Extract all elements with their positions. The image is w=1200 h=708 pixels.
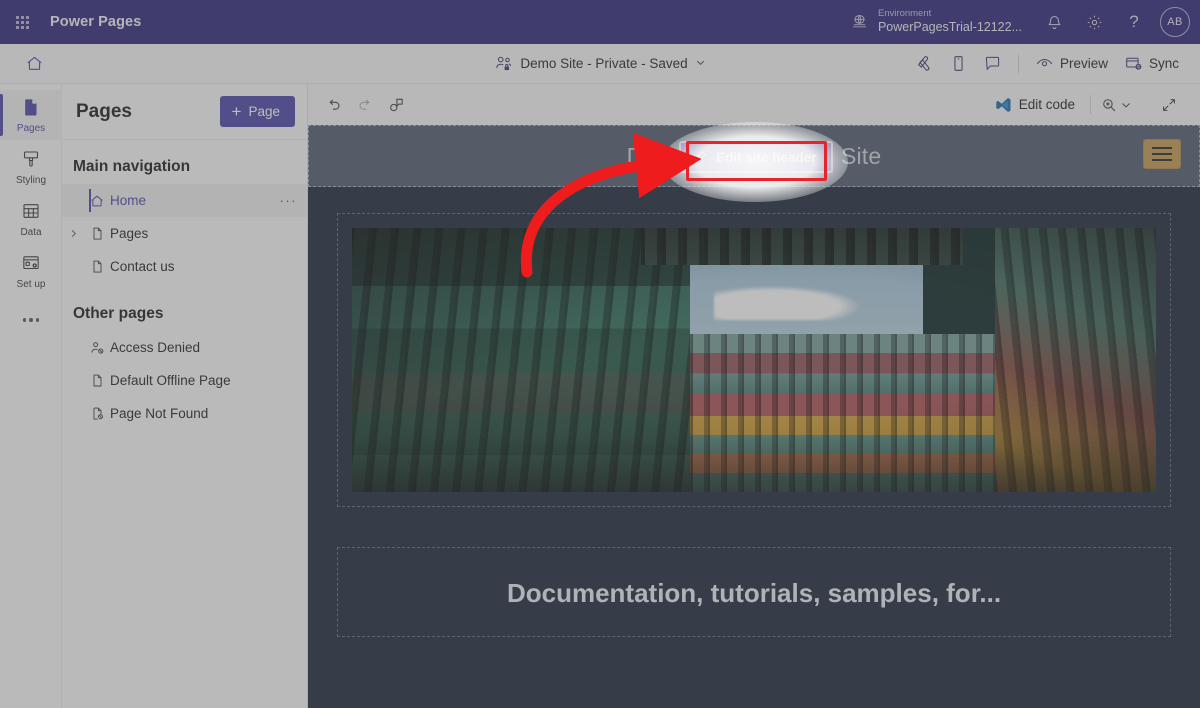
preview-label: Preview: [1059, 56, 1108, 71]
site-preview-canvas: Demo Power Pages Site Edit site header: [308, 125, 1200, 708]
edit-code-label: Edit code: [1018, 97, 1075, 112]
themes-icon[interactable]: [909, 49, 941, 79]
page-icon: [84, 373, 110, 388]
suite-bar-right-group: Environment PowerPagesTrial-12122... ? A…: [850, 0, 1200, 44]
environment-globe-icon: [850, 12, 870, 32]
home-icon: [84, 193, 110, 209]
edit-site-header-button-label: Edit site header: [716, 149, 817, 165]
page-tree-item-contact-us[interactable]: Contact us: [62, 250, 307, 283]
command-bar-right-group: Preview Sync: [909, 49, 1200, 79]
canvas-toolbar-right-group: Edit code: [988, 90, 1184, 119]
command-bar: Demo Site - Private - Saved Preview Sync: [0, 44, 1200, 84]
eye-icon: [1035, 54, 1054, 73]
page-row-more-icon[interactable]: ···: [280, 193, 298, 208]
page-icon: [84, 259, 110, 274]
site-visibility-people-lock-icon: [494, 54, 513, 73]
more-dots-icon[interactable]: [0, 298, 62, 342]
setup-gear-icon: [21, 253, 41, 278]
page-tree-item-page-not-found[interactable]: Page Not Found: [62, 397, 307, 430]
sidebar-item-set-up-label: Set up: [16, 278, 46, 290]
pencil-edit-icon: [692, 149, 708, 165]
toolbar-divider: [1017, 54, 1019, 73]
magnifier-zoom-icon: [1100, 96, 1118, 114]
power-pages-design-studio: Power Pages Environment PowerPagesTrial-…: [0, 0, 1200, 708]
pages-panel: Pages + Page Main navigation Home ··· Pa…: [62, 84, 308, 708]
page-tree-item-default-offline-page-label: Default Offline Page: [110, 373, 231, 388]
page-tree-item-access-denied-label: Access Denied: [110, 340, 201, 355]
sync-button[interactable]: Sync: [1117, 49, 1186, 79]
home-icon[interactable]: [17, 49, 51, 79]
waffle-grid-icon[interactable]: [0, 0, 44, 44]
sync-icon: [1124, 54, 1143, 73]
canvas-toolbar: Edit code: [308, 84, 1200, 125]
bell-icon[interactable]: [1034, 0, 1074, 44]
zoom-control[interactable]: [1100, 96, 1132, 114]
plus-icon: +: [231, 102, 242, 121]
left-navigation-rail: Pages Styling Data Set up: [0, 84, 62, 708]
sidebar-item-data-label: Data: [20, 226, 42, 238]
expand-diagonal-icon[interactable]: [1153, 90, 1184, 119]
question-mark-icon[interactable]: ?: [1114, 0, 1154, 44]
page-tree-item-home-label: Home: [110, 193, 147, 208]
undo-icon[interactable]: [318, 90, 349, 119]
page-tree-item-default-offline-page[interactable]: Default Offline Page: [62, 364, 307, 397]
hero-image: [352, 228, 1156, 492]
site-header-section[interactable]: Demo Power Pages Site Edit site header: [308, 125, 1200, 187]
page-tree-item-pages-label: Pages: [110, 226, 149, 241]
hero-image-section[interactable]: [337, 213, 1171, 507]
edit-site-header-button[interactable]: Edit site header: [679, 141, 833, 173]
chevron-right-icon[interactable]: [62, 228, 84, 239]
page-tree-item-access-denied[interactable]: Access Denied: [62, 331, 307, 364]
canvas-area: Edit code Demo Site Edit site header Doc…: [308, 84, 1200, 708]
sync-label: Sync: [1148, 56, 1179, 71]
site-status-chip[interactable]: Demo Site - Private - Saved: [480, 54, 720, 73]
edit-code-button[interactable]: Edit code: [988, 90, 1081, 119]
gear-icon[interactable]: [1074, 0, 1114, 44]
preview-button[interactable]: Preview: [1028, 49, 1115, 79]
page-tree-item-page-not-found-label: Page Not Found: [110, 406, 209, 421]
photo-vignette: [352, 228, 1156, 492]
comment-icon[interactable]: [977, 49, 1009, 79]
chevron-down-icon[interactable]: [695, 57, 706, 70]
avatar[interactable]: AB: [1160, 7, 1190, 37]
other-pages-heading: Other pages: [73, 305, 164, 322]
page-tree-item-home[interactable]: Home ···: [62, 184, 307, 217]
sidebar-item-data[interactable]: Data: [0, 194, 62, 244]
site-status-label: Demo Site - Private - Saved: [520, 56, 688, 71]
redo-icon[interactable]: [349, 90, 380, 119]
toolbar-divider: [1090, 95, 1091, 114]
add-page-button[interactable]: + Page: [219, 96, 295, 127]
suite-header-bar: Power Pages Environment PowerPagesTrial-…: [0, 0, 1200, 44]
hamburger-menu-icon[interactable]: [1143, 139, 1181, 169]
page-blocked-icon: [84, 406, 110, 421]
content-section-below[interactable]: Documentation, tutorials, samples, for..…: [337, 547, 1171, 637]
table-grid-icon: [21, 201, 41, 226]
page-title: Pages: [76, 100, 132, 122]
pages-icon: [21, 97, 41, 122]
mobile-device-icon[interactable]: [943, 49, 975, 79]
person-blocked-icon: [84, 340, 110, 356]
content-section-text: Documentation, tutorials, samples, for..…: [506, 578, 1002, 608]
environment-label: Environment: [877, 8, 932, 20]
sidebar-item-pages-label: Pages: [16, 122, 46, 134]
pages-panel-header: Pages + Page: [62, 84, 307, 140]
sidebar-item-styling[interactable]: Styling: [0, 142, 62, 192]
page-icon: [84, 226, 110, 241]
add-page-button-label: Page: [248, 104, 280, 119]
paint-brush-icon: [21, 149, 41, 174]
environment-picker[interactable]: Environment PowerPagesTrial-12122...: [850, 8, 1022, 35]
page-tree-item-pages[interactable]: Pages: [62, 217, 307, 250]
sidebar-item-pages[interactable]: Pages: [0, 90, 62, 140]
co-presence-icon[interactable]: [380, 90, 411, 119]
app-title: Power Pages: [50, 14, 142, 30]
environment-name: PowerPagesTrial-12122...: [877, 20, 1022, 35]
sidebar-item-set-up[interactable]: Set up: [0, 246, 62, 296]
chevron-down-icon[interactable]: [1120, 99, 1132, 111]
vs-code-icon: [994, 96, 1012, 114]
main-navigation-heading: Main navigation: [73, 158, 191, 175]
sidebar-item-styling-label: Styling: [15, 174, 46, 186]
page-tree-item-contact-us-label: Contact us: [110, 259, 175, 274]
